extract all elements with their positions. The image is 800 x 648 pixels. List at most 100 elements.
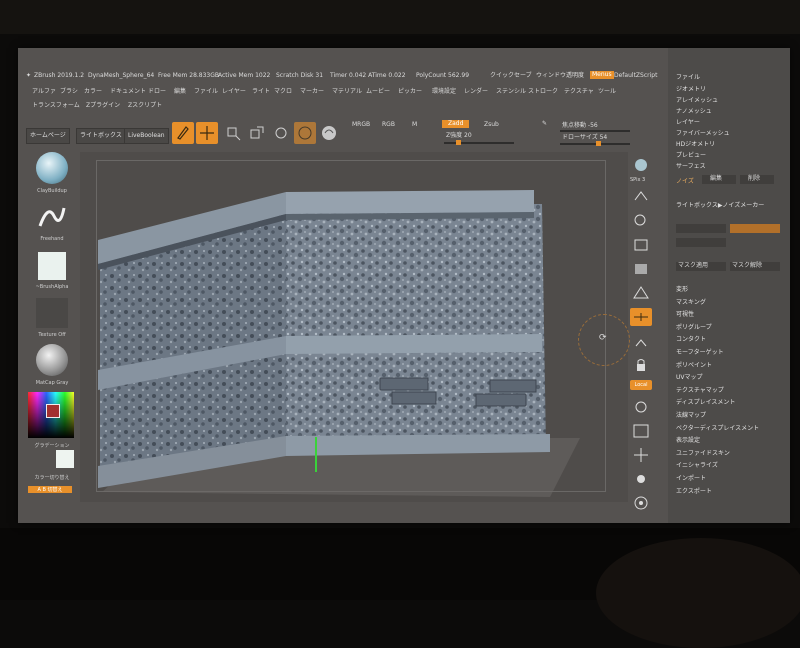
draw-size-handle[interactable] <box>595 141 601 146</box>
zsub-button[interactable]: Zsub <box>484 121 499 129</box>
matcap-sphere-icon[interactable] <box>36 344 68 376</box>
secondary-color-swatch[interactable] <box>56 450 74 468</box>
menu-item[interactable]: アルファ <box>32 86 56 95</box>
menu-item[interactable]: レンダー <box>464 86 488 95</box>
panel-item[interactable]: テクスチャマップ <box>676 385 724 394</box>
noise-edit-button[interactable]: 編集 <box>702 175 736 184</box>
menu-item[interactable]: ムービー <box>366 86 390 95</box>
lightbox-noise-maker[interactable]: ライトボックス▶ノイズメーカー <box>676 200 764 209</box>
panel-item[interactable]: ナノメッシュ <box>676 106 712 115</box>
panel-item[interactable]: アレイメッシュ <box>676 95 718 104</box>
zoom3d-icon[interactable] <box>630 470 652 488</box>
panel-item[interactable]: HDジオメトリ <box>676 139 715 148</box>
move-mode-icon[interactable] <box>222 122 244 144</box>
actual-size-icon[interactable] <box>630 236 652 254</box>
panel-item[interactable]: 変形 <box>676 284 688 293</box>
panel-item[interactable]: ベクターディスプレイスメント <box>676 423 759 432</box>
panel-item[interactable]: ユニファイドスキン <box>676 448 730 457</box>
rotate3d-icon[interactable] <box>630 494 652 512</box>
panel-item[interactable]: エクスポート <box>676 486 712 495</box>
brush-stroke-icon[interactable]: ✎ <box>542 120 547 128</box>
menu-item[interactable]: 編集 <box>174 86 186 95</box>
panel-item[interactable]: ジオメトリ <box>676 84 706 93</box>
panel-item[interactable]: サーフェス <box>676 161 706 170</box>
z-intensity-slider[interactable] <box>444 142 514 144</box>
panel-top-label[interactable]: ファイル <box>676 72 700 81</box>
mask-apply-button[interactable]: マスク適用 <box>676 262 726 271</box>
xyz-icon[interactable] <box>630 334 652 352</box>
spix-label[interactable]: SPix 3 <box>630 176 645 184</box>
rotate-axis-icon[interactable] <box>630 398 652 416</box>
brush-sphere-icon[interactable] <box>36 152 68 184</box>
stroke-freehand-icon[interactable] <box>36 202 68 234</box>
wall-mesh-render[interactable] <box>80 152 628 502</box>
aahalf-icon[interactable] <box>630 260 652 278</box>
rotate-mode-icon[interactable] <box>270 122 292 144</box>
panel-item[interactable]: ポリグループ <box>676 322 712 331</box>
persp-icon[interactable] <box>630 284 652 302</box>
menu-item[interactable]: ドロー <box>148 86 166 95</box>
menu-item[interactable]: ライト <box>252 86 270 95</box>
panel-item[interactable]: プレビュー <box>676 150 706 159</box>
alpha-thumbnail[interactable] <box>38 252 66 280</box>
zadd-button[interactable]: Zadd <box>442 120 470 128</box>
lightbox-button[interactable]: ライトボックス <box>76 128 126 144</box>
menu-item[interactable]: トランスフォーム <box>32 100 80 109</box>
color-picker[interactable] <box>28 392 74 438</box>
color-switch-label[interactable]: カラー切り替え <box>24 474 80 481</box>
menus-button[interactable]: Menus <box>590 71 614 79</box>
lock-icon[interactable] <box>630 356 652 374</box>
menu-item[interactable]: テクスチャ <box>564 86 594 95</box>
floor-grid-icon[interactable] <box>630 308 652 326</box>
noise-slider-a[interactable] <box>676 224 726 233</box>
menu-item[interactable]: Zスクリプト <box>128 100 162 109</box>
noise-label[interactable]: ノイズ <box>676 176 694 185</box>
local-button[interactable]: Local <box>630 380 652 390</box>
texture-thumbnail[interactable] <box>36 298 68 328</box>
scale-mode-icon[interactable] <box>246 122 268 144</box>
noise-slider-b[interactable] <box>730 224 780 233</box>
panel-item[interactable]: 表示設定 <box>676 435 700 444</box>
panel-item[interactable]: UVマップ <box>676 372 703 381</box>
scroll-icon[interactable] <box>630 188 652 206</box>
menu-item[interactable]: ファイル <box>194 86 218 95</box>
z-intensity-handle[interactable] <box>456 140 461 145</box>
menu-item[interactable]: マテリアル <box>332 86 362 95</box>
panel-item[interactable]: 法線マップ <box>676 410 706 419</box>
panel-item[interactable]: ファイバーメッシュ <box>676 128 730 137</box>
noise-slider-c[interactable] <box>676 238 726 247</box>
transparency-button[interactable]: ウィンドウ透明度 <box>536 72 584 80</box>
menu-item[interactable]: ツール <box>598 86 616 95</box>
panel-item[interactable]: 可視性 <box>676 309 694 318</box>
panel-item[interactable]: モーフターゲット <box>676 347 724 356</box>
move-icon[interactable] <box>630 446 652 464</box>
live-boolean-button[interactable]: LiveBoolean <box>124 128 169 144</box>
draw-mode-icon[interactable] <box>196 122 218 144</box>
panel-item[interactable]: コンタクト <box>676 334 706 343</box>
panel-item[interactable]: インポート <box>676 473 706 482</box>
zoom-icon[interactable] <box>630 212 652 230</box>
menu-item[interactable]: マクロ <box>274 86 292 95</box>
focal-shift-slider[interactable] <box>560 130 630 132</box>
frame-icon[interactable] <box>630 422 652 440</box>
quicksave-button[interactable]: クイックセーブ <box>490 72 532 80</box>
menu-item[interactable]: ストローク <box>528 86 558 95</box>
menu-item[interactable]: マーカー <box>300 86 324 95</box>
menu-item[interactable]: ピッカー <box>398 86 422 95</box>
menu-item[interactable]: カラー <box>84 86 102 95</box>
menu-item[interactable]: ステンシル <box>496 86 526 95</box>
m-button[interactable]: M <box>412 121 417 129</box>
panel-item[interactable]: マスキング <box>676 297 706 306</box>
menu-item[interactable]: ドキュメント <box>110 86 146 95</box>
menu-item[interactable]: 環境設定 <box>432 86 456 95</box>
panel-item[interactable]: レイヤー <box>676 117 700 126</box>
menu-item[interactable]: ブラシ <box>60 86 78 95</box>
gizmo-icon[interactable] <box>294 122 316 144</box>
rgb-button[interactable]: RGB <box>382 121 395 129</box>
default-zscript[interactable]: DefaultZScript <box>614 72 657 80</box>
mrgb-button[interactable]: MRGB <box>352 121 370 129</box>
edit-mode-icon[interactable] <box>172 122 194 144</box>
home-page-button[interactable]: ホームページ <box>26 128 70 144</box>
ab-switch-button[interactable]: A B 切替え <box>28 486 72 493</box>
mask-release-button[interactable]: マスク解除 <box>730 262 780 271</box>
